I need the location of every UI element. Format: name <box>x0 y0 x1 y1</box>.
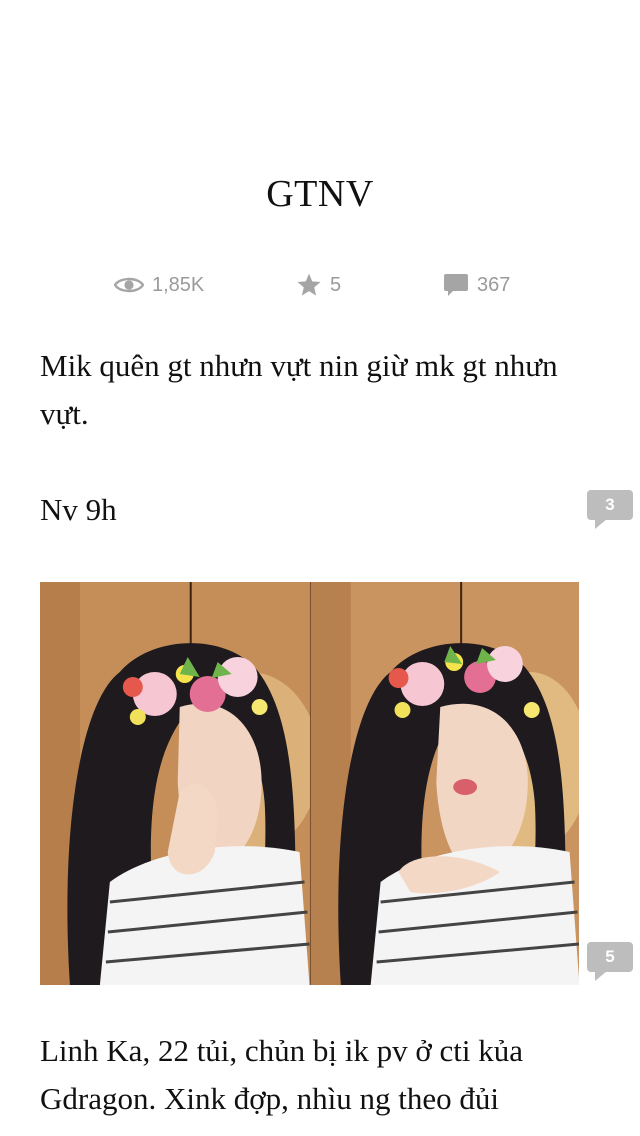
comment-icon <box>443 273 469 297</box>
story-title: GTNV <box>266 173 374 215</box>
votes-count: 5 <box>330 273 342 296</box>
inline-comment-count: 3 <box>587 490 633 520</box>
story-paragraph-1: Mik quên gt nhưn vựt nin giừ mk gt nhưn … <box>40 348 558 431</box>
photo-panel-left <box>40 582 310 985</box>
comment-bubble-tail <box>595 971 607 981</box>
comments-count: 367 <box>477 273 511 296</box>
views-count: 1,85K <box>152 273 205 296</box>
views-stat: 1,85K <box>114 268 204 302</box>
comments-stat: 367 <box>443 268 510 302</box>
eye-icon <box>114 275 144 295</box>
votes-stat: 5 <box>296 268 341 302</box>
photo-panel-right <box>309 582 579 985</box>
story-stats: 1,85K 5 367 <box>0 268 640 302</box>
story-image[interactable] <box>40 582 579 985</box>
story-paragraph-3: Linh Ka, 22 tủi, chủn bị ik pv ở cti kủa… <box>40 1033 524 1116</box>
inline-comment-button[interactable]: 3 <box>587 490 633 530</box>
star-icon <box>296 272 322 298</box>
inline-comment-button[interactable]: 5 <box>587 942 633 982</box>
comment-bubble-tail <box>595 519 607 529</box>
inline-comment-count: 5 <box>587 942 633 972</box>
story-paragraph-2: Nv 9h <box>40 492 117 527</box>
